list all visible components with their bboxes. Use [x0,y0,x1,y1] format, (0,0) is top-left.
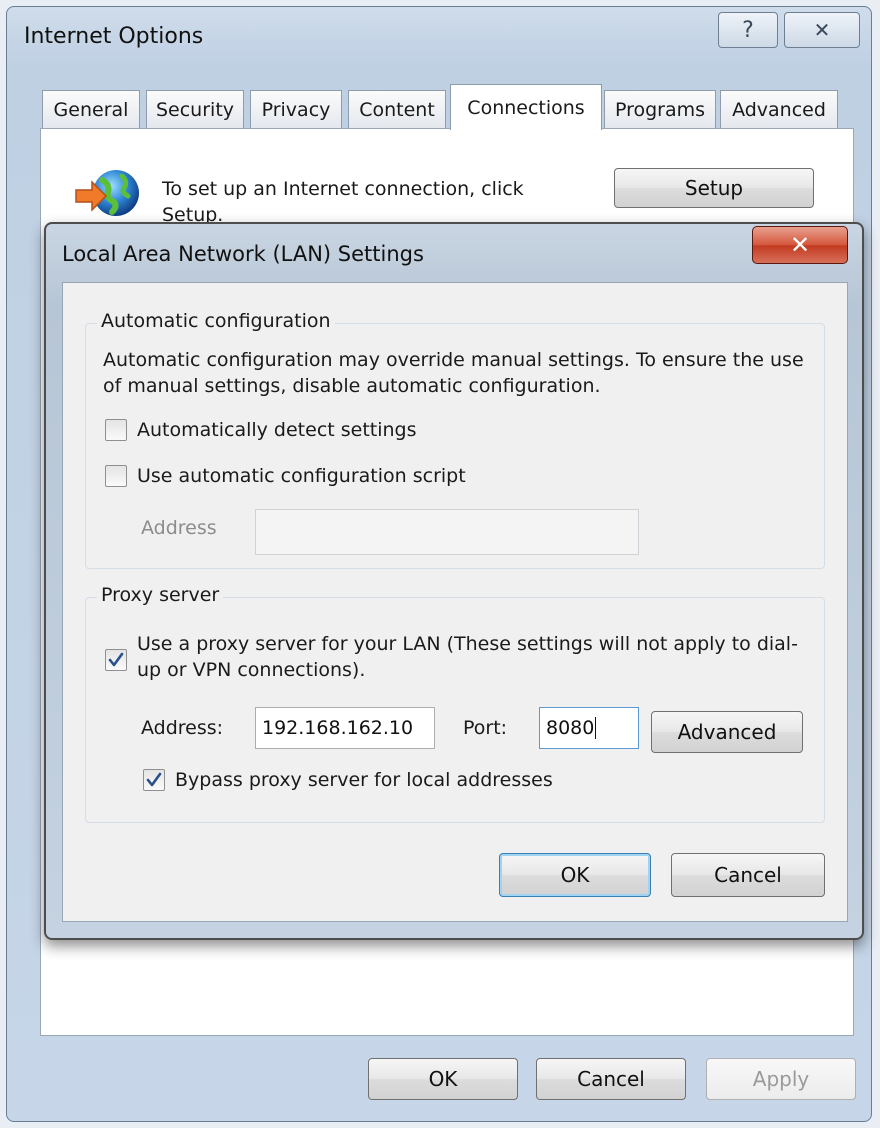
lan-cancel-button[interactable]: Cancel [671,853,825,897]
outer-cancel-button[interactable]: Cancel [536,1058,686,1100]
checkmark-icon [108,652,124,667]
proxy-server-legend: Proxy server [97,584,224,606]
apply-button[interactable]: Apply [706,1058,856,1100]
lan-cancel-label: Cancel [714,863,782,887]
tab-label: Programs [614,98,706,121]
tab-connections[interactable]: Connections [450,84,602,130]
setup-button-label: Setup [684,176,744,200]
proxy-advanced-label: Advanced [677,720,777,744]
auto-config-script-label: Use automatic configuration script [137,465,466,487]
outer-ok-label: OK [428,1067,458,1091]
tab-label: Privacy [261,98,331,121]
use-proxy-label: Use a proxy server for your LAN (These s… [137,633,798,681]
proxy-address-value: 192.168.162.10 [262,717,414,739]
lan-dialog-close-button[interactable]: ✕ [752,226,848,264]
proxy-port-value: 8080 [546,717,595,739]
bypass-local-checkbox[interactable] [143,769,165,791]
proxy-address-label: Address: [141,717,224,739]
use-proxy-checkbox[interactable] [105,649,127,671]
proxy-advanced-button[interactable]: Advanced [651,711,803,753]
lan-ok-button[interactable]: OK [499,853,651,897]
bypass-local-label: Bypass proxy server for local addresses [175,769,553,791]
script-address-label: Address [141,517,217,539]
proxy-port-input[interactable]: 8080 [539,707,639,749]
tab-content[interactable]: Content [348,90,446,128]
setup-description: To set up an Internet connection, click … [162,178,524,226]
tab-privacy[interactable]: Privacy [250,90,342,128]
outer-cancel-label: Cancel [577,1067,645,1091]
tab-label: Content [359,98,435,121]
help-button[interactable]: ? [718,12,778,48]
auto-config-legend: Automatic configuration [97,310,335,332]
tab-label: Advanced [732,98,826,121]
tab-label: General [53,98,129,121]
apply-label: Apply [752,1067,810,1091]
script-address-input[interactable] [255,509,639,555]
lan-settings-dialog: Local Area Network (LAN) Settings ✕ Auto… [44,222,864,940]
text-cursor [595,717,597,739]
auto-detect-checkbox[interactable] [105,419,127,441]
globe-network-icon [75,170,139,216]
tab-label: Security [155,98,235,121]
lan-dialog-title: Local Area Network (LAN) Settings [62,242,424,266]
lan-dialog-body: Automatic configuration Automatic config… [62,282,848,922]
tab-general[interactable]: General [42,90,140,128]
internet-options-title: Internet Options [24,24,204,49]
tab-programs[interactable]: Programs [604,90,716,128]
tab-security[interactable]: Security [146,90,244,128]
close-icon: ✕ [789,231,811,259]
auto-config-script-checkbox[interactable] [105,465,127,487]
internet-options-close-button[interactable]: ✕ [784,12,860,48]
close-icon: ✕ [813,18,831,42]
auto-detect-label: Automatically detect settings [137,419,417,441]
outer-ok-button[interactable]: OK [368,1058,518,1100]
auto-config-description: Automatic configuration may override man… [103,349,804,397]
tab-label: Connections [467,96,585,119]
setup-button[interactable]: Setup [614,168,814,208]
checkmark-icon [146,772,162,787]
tab-advanced[interactable]: Advanced [720,90,838,128]
help-icon: ? [742,17,754,43]
proxy-address-input[interactable]: 192.168.162.10 [255,707,435,749]
proxy-port-label: Port: [463,717,508,739]
lan-ok-label: OK [560,863,590,887]
